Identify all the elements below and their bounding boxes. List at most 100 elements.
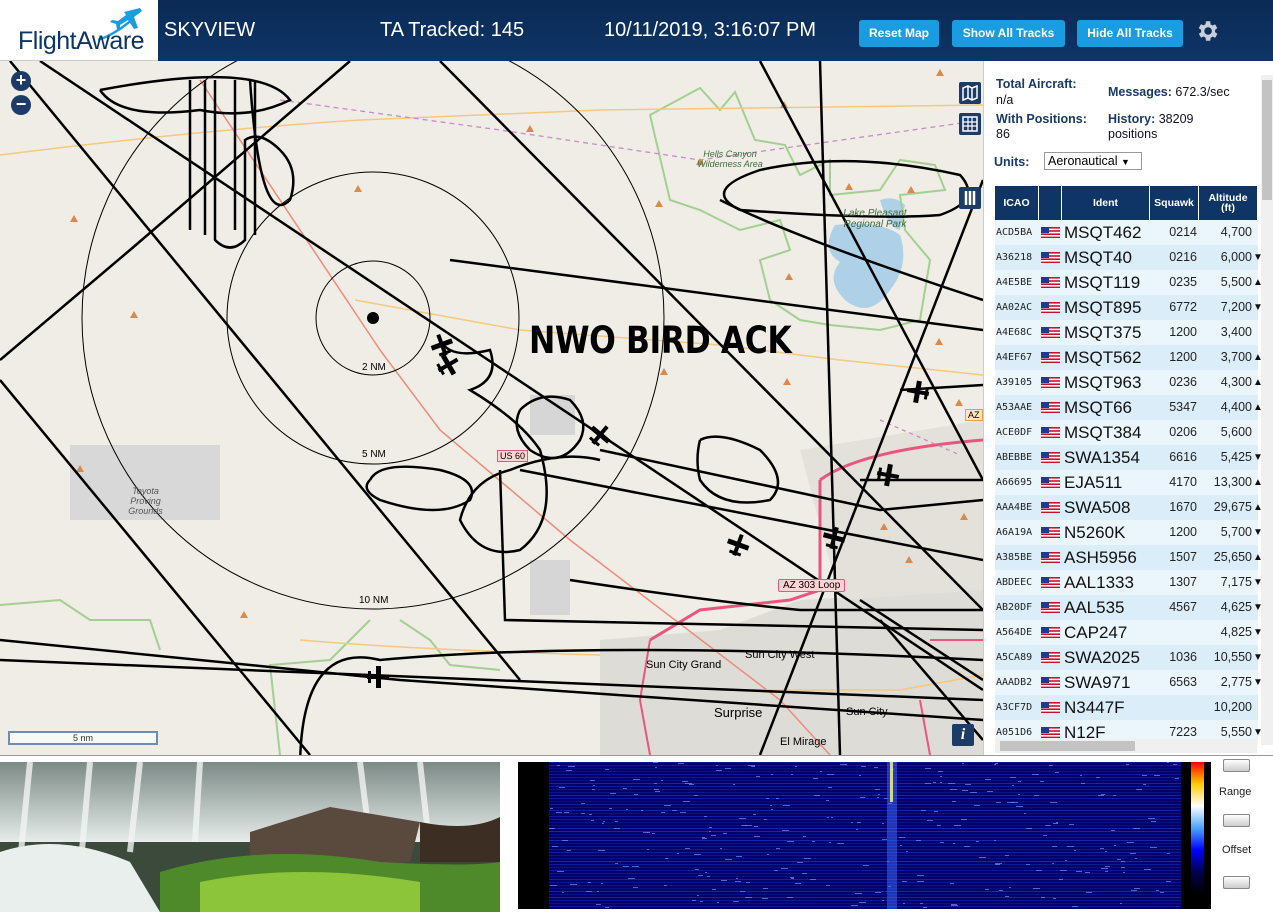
table-row[interactable]: A39105 MSQT963 0236 4,300 ▲ (995, 370, 1263, 395)
squawk-cell: 4170 (1169, 475, 1197, 489)
ident-cell: SWA1354 (1064, 448, 1140, 467)
us-flag-icon (1041, 302, 1060, 313)
squawk-cell (1155, 695, 1197, 720)
table-row[interactable]: AAA4BE SWA508 1670 29,675 ▲ (995, 495, 1263, 520)
ident-cell: ASH5956 (1064, 548, 1137, 567)
col-squawk[interactable]: Squawk (1150, 186, 1199, 220)
us-flag-icon (1041, 677, 1060, 688)
horizontal-scroll-thumb[interactable] (1000, 741, 1135, 751)
table-row[interactable]: ABEBBE SWA1354 6616 5,425 ▼ (995, 445, 1263, 470)
range-slider-top-knob[interactable] (1223, 759, 1250, 772)
with-positions-value: 86 (996, 127, 1010, 141)
altitude-cell: 2,775 (1220, 675, 1252, 689)
ident-cell: MSQT963 (1064, 373, 1142, 392)
map-layers-button[interactable] (959, 82, 981, 104)
table-row[interactable]: A4EF67 MSQT562 1200 3,700 ▲ (995, 345, 1263, 370)
altitude-cell: 5,500 (1220, 275, 1252, 289)
squawk-cell: 5347 (1169, 400, 1197, 414)
label-surprise: Surprise (714, 705, 763, 720)
table-row[interactable]: AB20DF AAL535 4567 4,625 ▼ (995, 595, 1263, 620)
waterfall-photo (0, 762, 500, 912)
show-all-tracks-button[interactable]: Show All Tracks (952, 20, 1065, 47)
icao-cell: A564DE (996, 627, 1033, 638)
squawk-cell: 0236 (1169, 375, 1197, 389)
spectrogram-display (549, 762, 1181, 909)
table-row[interactable]: AAADB2 SWA971 6563 2,775 ▼ (995, 670, 1263, 695)
vertical-scroll-thumb[interactable] (1262, 80, 1272, 200)
altitude-cell: 25,650 (1213, 550, 1252, 564)
icao-cell: AAA4BE (996, 502, 1033, 513)
table-row[interactable]: A53AAE MSQT66 5347 4,400 ▲ (995, 395, 1263, 420)
ident-cell: N5260K (1064, 523, 1126, 542)
ident-cell: MSQT40 (1064, 248, 1133, 267)
table-row[interactable]: A385BE ASH5956 1507 25,650 ▲ (995, 545, 1263, 570)
table-row[interactable]: ACE0DF MSQT384 0206 5,600 (995, 420, 1258, 445)
squawk-cell: 1200 (1169, 525, 1197, 539)
columns-toggle-button[interactable] (959, 187, 981, 209)
us-flag-icon (1041, 727, 1060, 738)
zoom-out-button[interactable]: − (11, 95, 31, 115)
col-ident[interactable]: Ident (1062, 186, 1150, 220)
offset-label: Offset (1222, 844, 1252, 856)
tracked-count: TA Tracked: 145 (380, 19, 525, 41)
info-button[interactable]: i (952, 724, 974, 746)
col-icao[interactable]: ICAO (995, 186, 1039, 220)
table-row[interactable]: A4E68C MSQT375 1200 3,400 (995, 320, 1258, 345)
table-row[interactable]: ABDEEC AAL1333 1307 7,175 ▼ (995, 570, 1263, 595)
squawk-cell: 1307 (1169, 575, 1197, 589)
label-toyota-proving-grounds: Toyota Proving Grounds (128, 486, 163, 516)
squawk-cell: 6616 (1169, 450, 1197, 464)
altitude-cell: 7,200 (1220, 300, 1252, 314)
reset-map-button[interactable]: Reset Map (859, 20, 939, 47)
squawk-cell: 6563 (1169, 675, 1197, 689)
flightaware-logo[interactable]: FlightAware (0, 0, 158, 61)
map-view[interactable]: + − 2 NM 5 NM 10 NM Hells Canyon Wildern… (0, 61, 983, 755)
table-row[interactable]: AA02AC MSQT895 6772 7,200 ▼ (995, 295, 1263, 320)
altitude-cell: 4,400 (1220, 400, 1252, 414)
table-row[interactable]: A564DE CAP247 4,825 ▼ (995, 620, 1263, 645)
ident-cell: MSQT66 (1064, 398, 1133, 417)
us-flag-icon (1041, 627, 1060, 638)
us-flag-icon (1041, 227, 1060, 238)
units-select[interactable]: Aeronautical ▼ (1044, 152, 1142, 170)
label-el-mirage: El Mirage (780, 736, 827, 748)
col-flag[interactable] (1039, 186, 1062, 220)
table-row[interactable]: A6A19A N5260K 1200 5,700 ▼ (995, 520, 1263, 545)
range-slider-knob[interactable] (1223, 814, 1250, 827)
table-row[interactable]: A36218 MSQT40 0216 6,000 ▼ (995, 245, 1263, 270)
offset-slider-knob[interactable] (1223, 876, 1250, 889)
label-sun-city-west: Sun City West (745, 649, 815, 661)
gear-icon[interactable] (1194, 18, 1220, 44)
us-flag-icon (1041, 577, 1060, 588)
icao-cell: A5CA89 (996, 652, 1033, 663)
us-flag-icon (1041, 502, 1060, 513)
squawk-cell: 1200 (1169, 325, 1197, 339)
ring-label-2nm: 2 NM (362, 362, 386, 373)
table-row[interactable]: A66695 EJA511 4170 13,300 ▲ (995, 470, 1263, 495)
clock: 10/11/2019, 3:16:07 PM (604, 19, 817, 41)
grid-toggle-button[interactable] (959, 113, 981, 135)
icao-cell: AAADB2 (996, 677, 1033, 688)
zoom-in-button[interactable]: + (11, 71, 31, 91)
altitude-cell: 4,825 (1220, 625, 1252, 639)
altitude-cell: 10,550 (1213, 650, 1252, 664)
map-icon (962, 84, 978, 102)
altitude-cell: 13,300 (1213, 475, 1252, 489)
label-az-route: AZ (965, 409, 983, 421)
table-row[interactable]: ACD5BA MSQT462 0214 4,700 (995, 220, 1258, 245)
squawk-cell: 1036 (1169, 650, 1197, 664)
icao-cell: A6A19A (996, 527, 1033, 538)
altitude-cell: 5,425 (1220, 450, 1252, 464)
hide-all-tracks-button[interactable]: Hide All Tracks (1077, 20, 1183, 47)
squawk-cell: 6772 (1169, 300, 1197, 314)
bottom-panel: Range Offset (0, 755, 1273, 912)
col-altitude[interactable]: Altitude (ft) (1199, 186, 1258, 220)
us-flag-icon (1041, 252, 1060, 263)
label-sun-city: Sun City (846, 706, 888, 718)
altitude-cell: 10,200 (1213, 700, 1252, 714)
table-row[interactable]: A4E5BE MSQT119 0235 5,500 ▲ (995, 270, 1263, 295)
table-row[interactable]: A5CA89 SWA2025 1036 10,550 ▼ (995, 645, 1263, 670)
us-flag-icon (1041, 477, 1060, 488)
table-row[interactable]: A3CF7D N3447F 10,200 (995, 695, 1258, 720)
icao-cell: A3CF7D (996, 702, 1033, 713)
